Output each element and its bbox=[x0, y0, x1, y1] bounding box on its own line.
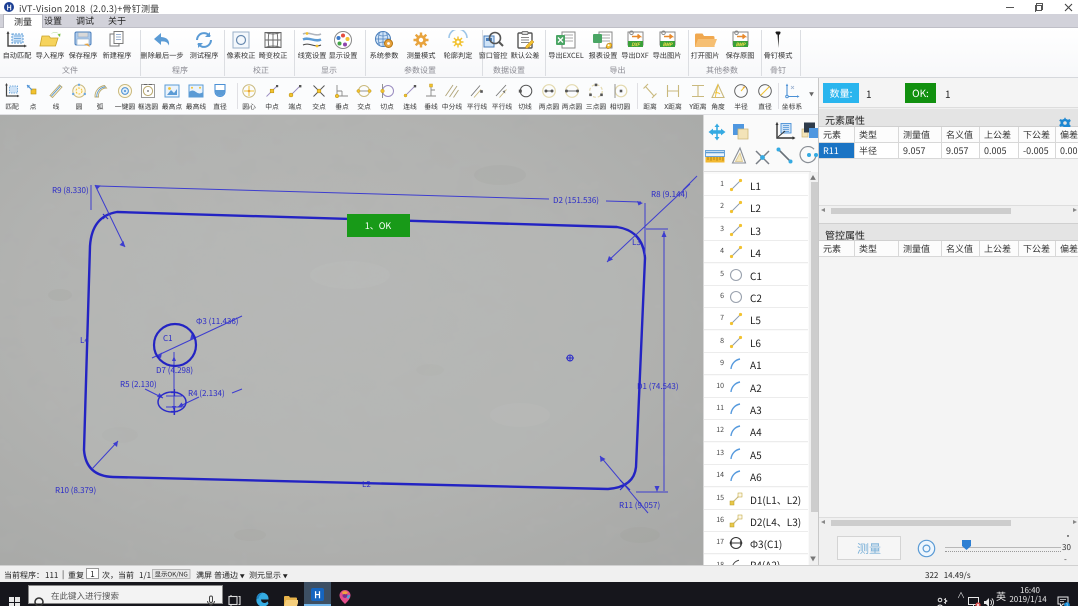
svg-text:Φ3 (11.436): Φ3 (11.436) bbox=[196, 316, 239, 327]
svg-text:D7 (4.298): D7 (4.298) bbox=[156, 365, 193, 376]
svg-text:L2: L2 bbox=[362, 479, 371, 490]
svg-text:1、OK: 1、OK bbox=[365, 219, 392, 232]
svg-text:R9 (8.330): R9 (8.330) bbox=[52, 185, 89, 196]
svg-text:D2 (151.536): D2 (151.536) bbox=[553, 195, 599, 206]
svg-text:L3: L3 bbox=[632, 237, 641, 248]
svg-text:R8 (9.144): R8 (9.144) bbox=[651, 189, 688, 200]
svg-text:R11 (9.057): R11 (9.057) bbox=[619, 500, 660, 511]
svg-text:R5 (2.130): R5 (2.130) bbox=[120, 379, 157, 390]
svg-text:R10 (8.379): R10 (8.379) bbox=[55, 485, 96, 496]
svg-text:D1 (74.543): D1 (74.543) bbox=[637, 381, 679, 392]
svg-text:BMP: BMP bbox=[736, 42, 747, 48]
svg-text:BMP: BMP bbox=[663, 42, 674, 48]
svg-text:C1: C1 bbox=[163, 333, 173, 344]
svg-text:L4: L4 bbox=[80, 335, 89, 346]
svg-text:1: 1 bbox=[1066, 602, 1069, 606]
svg-text:R4 (2.134): R4 (2.134) bbox=[188, 388, 225, 399]
